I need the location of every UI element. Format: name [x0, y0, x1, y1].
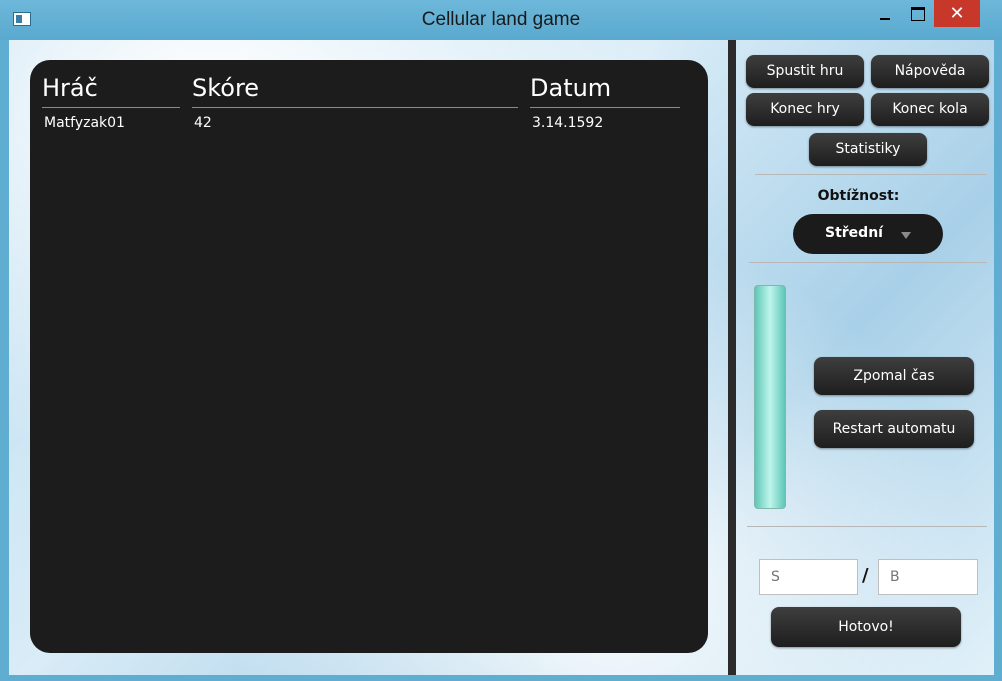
table-cell-score: 42	[194, 115, 212, 131]
scores-table: Hráč Skóre Datum Matfyzak01 42 3.14.1592	[30, 60, 708, 653]
minimize-icon[interactable]	[872, 1, 898, 27]
window-title: Cellular land game	[421, 9, 581, 30]
restart-automaton-button[interactable]: Restart automatu	[814, 410, 974, 448]
start-game-button[interactable]: Spustit hru	[746, 55, 864, 88]
column-header-player[interactable]: Hráč	[42, 74, 180, 108]
title-bar: Cellular land game ✕	[0, 0, 1002, 40]
slow-time-button[interactable]: Zpomal čas	[814, 357, 974, 395]
separator-line	[749, 262, 987, 263]
help-button[interactable]: Nápověda	[871, 55, 989, 88]
column-header-score[interactable]: Skóre	[192, 74, 518, 108]
difficulty-label: Obtížnost:	[817, 188, 900, 204]
separator-line	[747, 526, 987, 527]
statistics-button[interactable]: Statistiky	[809, 133, 927, 166]
close-icon[interactable]: ✕	[934, 0, 980, 27]
end-game-button[interactable]: Konec hry	[746, 93, 864, 126]
table-cell-player: Matfyzak01	[44, 115, 125, 131]
table-cell-date: 3.14.1592	[532, 115, 604, 131]
speed-slider[interactable]	[754, 285, 786, 509]
client-area: Hráč Skóre Datum Matfyzak01 42 3.14.1592…	[9, 40, 994, 675]
chevron-down-icon	[901, 232, 911, 239]
survive-field[interactable]	[771, 560, 857, 594]
end-round-button[interactable]: Konec kola	[871, 93, 989, 126]
survive-input[interactable]	[759, 559, 858, 595]
difficulty-value: Střední	[825, 225, 883, 241]
column-header-date[interactable]: Datum	[530, 74, 680, 108]
rule-separator: /	[862, 565, 869, 586]
birth-input[interactable]	[878, 559, 978, 595]
separator-line	[755, 174, 987, 175]
done-button[interactable]: Hotovo!	[771, 607, 961, 647]
difficulty-select[interactable]: Střední	[793, 214, 943, 254]
maximize-icon[interactable]	[904, 1, 932, 27]
birth-field[interactable]	[890, 560, 977, 594]
split-divider[interactable]	[728, 40, 736, 675]
